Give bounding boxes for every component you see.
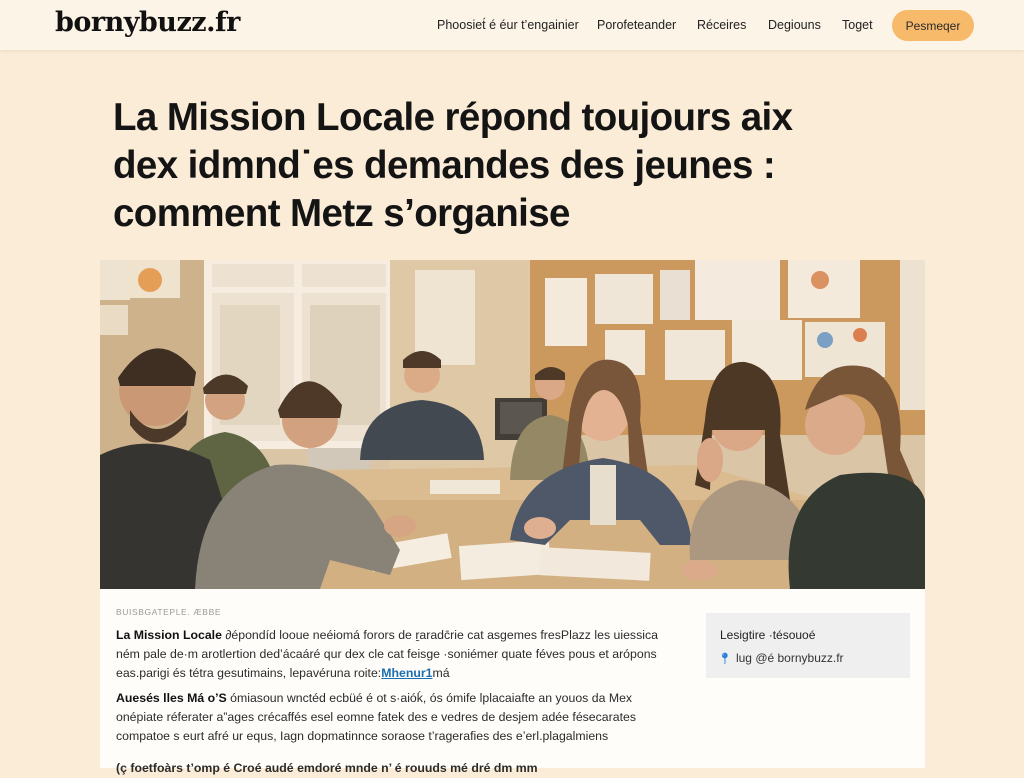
nav-link-1[interactable]: Phoosiet́ é éur t’engainier — [437, 18, 579, 32]
group-meeting-illustration — [100, 260, 925, 589]
author-box-title: Lesigtire ·tésouoé — [720, 628, 816, 642]
paragraph-2: Auesés lles Má o’S ómiasoun wnctéd ecbü… — [116, 689, 676, 746]
title-line-3: comment Metz s’organise — [113, 192, 570, 235]
paragraph-1-tail: má — [432, 666, 450, 680]
paragraph-1-link[interactable]: Mhenur1 — [381, 666, 432, 680]
paragraph-1: La Mission Locale ∂épondíd looue neéiom… — [116, 626, 676, 683]
pin-icon: 📍︎ — [718, 653, 732, 665]
site-logo[interactable]: bornybuzz.fr — [55, 7, 240, 38]
paragraph-2-lead: Auesés lles Má o’S — [116, 691, 227, 705]
article-hero-image — [100, 260, 925, 589]
nav-link-5[interactable]: Toget — [842, 18, 873, 32]
paragraph-1-lead: La Mission Locale — [116, 628, 222, 642]
author-box: Lesigtire ·tésouoé 📍︎ lug @é bornybuzz.f… — [706, 613, 910, 678]
subscribe-button[interactable]: Pesmeqer — [892, 10, 974, 41]
title-line-2: dex idmnd˙es demandes des jeunes : — [113, 144, 776, 187]
nav-link-4[interactable]: Degiouns — [768, 18, 821, 32]
paragraph-3: (ç foetfoàrs t’omp é Croé audé emdoré mn… — [116, 761, 538, 775]
title-line-1: La Mission Locale répond toujours aix — [113, 96, 793, 139]
nav-link-3[interactable]: Réceires — [697, 18, 746, 32]
author-handle-text[interactable]: lug @é bornybuzz.fr — [736, 651, 844, 665]
top-navigation-bar: bornybuzz.fr Phoosiet́ é éur t’engainier… — [0, 0, 1024, 50]
nav-link-2[interactable]: Porofeteander — [597, 18, 676, 32]
article-body: BUISBGATEPLE. ÆBBE La Mission Locale ∂ép… — [100, 589, 925, 775]
article-kicker: BUISBGATEPLE. ÆBBE — [116, 607, 222, 617]
article-title: La Mission Locale répond toujours aix de… — [113, 94, 913, 238]
author-handle[interactable]: 📍︎ lug @é bornybuzz.fr — [718, 651, 844, 665]
